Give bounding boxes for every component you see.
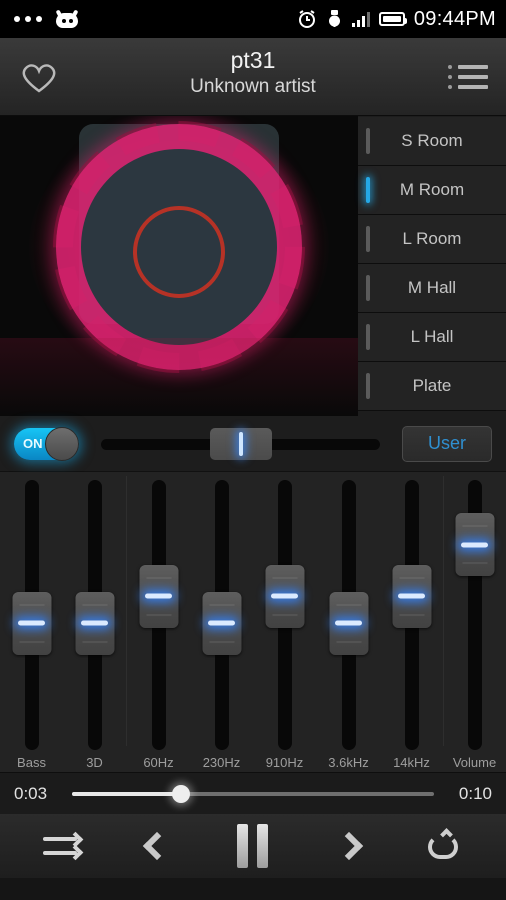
previous-button[interactable] [122,818,192,874]
track-info: pt31 Unknown artist [0,46,506,100]
eq-band-label: 230Hz [202,755,241,770]
eq-preset-button[interactable]: User [402,425,492,462]
progress-bar-row: 0:03 0:10 [0,772,506,814]
eq-preset-button-label: User [427,433,466,453]
eq-band-label: 3D [86,755,103,770]
eq-band-230hz[interactable]: 230Hz [190,472,253,772]
preset-item-plate[interactable]: Plate [358,362,506,411]
shuffle-icon [42,831,84,861]
player-header: pt31 Unknown artist [0,38,506,116]
eq-band-bass[interactable]: Bass [0,472,63,772]
preset-indicator [366,275,370,301]
preset-item-m-hall[interactable]: M Hall [358,264,506,313]
eq-thumb-indicator [145,593,172,599]
eq-thumb[interactable] [202,591,241,655]
status-bar-left [14,9,80,28]
reverb-level-slider[interactable] [93,427,388,460]
more-dots-icon [14,16,42,22]
status-bar-clock: 09:44PM [413,7,496,30]
eq-band-3d[interactable]: 3D [63,472,126,772]
playlist-menu-icon[interactable] [448,59,488,95]
status-bar-right: 09:44PM [297,8,496,31]
equalizer-panel: Bass 3D 60Hz 230Hz 910Hz 3.6kHz 14kHz Vo… [0,472,506,772]
eq-thumb-indicator [461,542,488,548]
eq-thumb-indicator [398,593,425,599]
elapsed-time: 0:03 [14,783,48,803]
eq-thumb[interactable] [139,564,178,628]
art-inner-ring [133,206,225,298]
alarm-icon [298,10,315,28]
effects-control-bar: ON User [0,416,506,472]
signal-bars-icon [351,11,370,27]
eq-thumb-indicator [81,620,108,626]
seek-bar[interactable] [72,784,434,803]
track-artist: Unknown artist [190,76,316,97]
eq-thumb[interactable] [75,591,114,655]
play-pause-button[interactable] [218,818,288,874]
duration-time: 0:10 [458,783,492,803]
eq-band-14khz[interactable]: 14kHz [380,472,443,772]
reverb-preset-list: S Room M Room L Room M Hall L Hall Plate [358,116,506,416]
preset-label: S Room [401,131,463,150]
transport-controls [0,814,506,878]
eq-band-label: 60Hz [143,755,174,770]
reverb-slider-thumb[interactable] [209,427,272,460]
eq-thumb-indicator [271,593,298,599]
art-reflection [0,338,358,416]
preset-indicator [366,128,370,154]
preset-label: Plate [412,376,452,395]
effects-power-toggle[interactable]: ON [14,426,79,461]
eq-thumb-indicator [18,620,45,626]
eq-band-label: 910Hz [265,755,304,770]
heart-icon[interactable] [18,56,60,98]
battery-icon [378,12,407,26]
preset-indicator [366,226,370,252]
pause-icon [237,824,269,868]
preset-label: M Room [399,180,465,199]
next-button[interactable] [314,818,384,874]
preset-indicator-active [366,177,370,203]
preset-label: L Room [402,229,462,248]
eq-thumb[interactable] [329,591,368,655]
preset-label: M Hall [407,278,457,297]
previous-icon [143,831,172,861]
shuffle-button[interactable] [27,818,97,874]
preset-indicator [366,373,370,399]
eq-thumb[interactable] [265,564,304,628]
eq-band-60hz[interactable]: 60Hz [127,472,190,772]
toggle-knob[interactable] [45,426,79,461]
seek-thumb[interactable] [171,784,190,803]
eq-thumb[interactable] [392,564,431,628]
android-bot-icon [54,9,80,28]
eq-thumb[interactable] [455,513,494,577]
page-title: pt31 [230,47,276,73]
eq-band-label: Bass [17,755,46,770]
usb-debug-icon [328,10,340,27]
repeat-button[interactable] [409,818,479,874]
toggle-label: ON [23,435,43,451]
eq-band-label: Volume [452,755,497,770]
repeat-icon [426,828,462,862]
next-icon [334,831,363,861]
preset-label: L Hall [410,327,454,346]
eq-thumb-indicator [208,620,235,626]
reverb-thumb-indicator [238,431,243,456]
preset-item-s-room[interactable]: S Room [358,117,506,166]
eq-thumb-indicator [335,620,362,626]
eq-band-910hz[interactable]: 910Hz [253,472,316,772]
art-and-presets: pictures S Room M Room L Room M Hall L H… [0,116,506,416]
preset-item-l-hall[interactable]: L Hall [358,313,506,362]
eq-band-volume[interactable]: Volume [443,472,506,772]
eq-band-label: 14kHz [393,755,430,770]
preset-indicator [366,324,370,350]
seek-fill [72,791,181,796]
album-art[interactable]: pictures [0,116,358,416]
status-bar: 09:44PM [0,0,506,38]
preset-item-l-room[interactable]: L Room [358,215,506,264]
preset-item-m-room[interactable]: M Room [358,166,506,215]
eq-band-label: 3.6kHz [328,755,369,770]
eq-thumb[interactable] [12,591,51,655]
eq-band-3-6khz[interactable]: 3.6kHz [317,472,380,772]
